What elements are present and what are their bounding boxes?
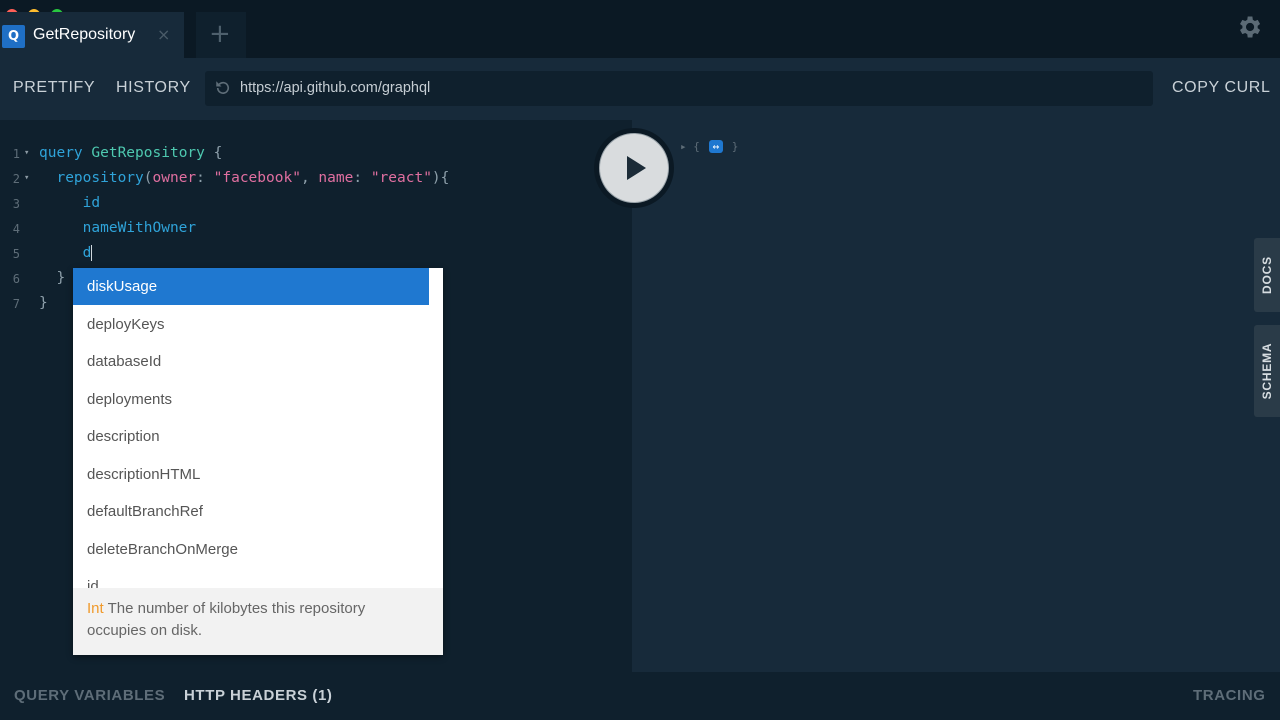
autocomplete-item[interactable]: deployKeys: [73, 306, 429, 343]
toolbar: PRETTIFY HISTORY https://api.github.com/…: [0, 58, 1280, 120]
line-number: 5: [12, 247, 20, 261]
result-close-token: }: [731, 140, 739, 153]
bottom-panel-bar: QUERY VARIABLES HTTP HEADERS (1) TRACING: [0, 672, 1280, 720]
field-token: repository: [56, 170, 144, 186]
brace-token: }: [39, 295, 48, 311]
autocomplete-item-label: deleteBranchOnMerge: [87, 541, 238, 558]
execute-query-button[interactable]: [600, 134, 668, 202]
history-button[interactable]: HISTORY: [116, 79, 191, 97]
reload-icon[interactable]: [214, 79, 232, 97]
graphql-playground-logo-icon: Q: [2, 25, 25, 48]
autocomplete-description: Int The number of kilobytes this reposit…: [73, 588, 443, 655]
docs-tab-label: DOCS: [1260, 256, 1274, 294]
fold-arrow-icon[interactable]: ▾: [24, 173, 29, 183]
brace-token: ){: [431, 170, 450, 186]
close-icon[interactable]: ×: [157, 25, 170, 44]
autocomplete-item[interactable]: id: [73, 568, 429, 588]
plus-icon: +: [209, 19, 231, 49]
tab-getrepository[interactable]: Q GetRepository ×: [0, 12, 184, 58]
autocomplete-item-label: deployKeys: [87, 316, 165, 333]
settings-gear-icon[interactable]: [1235, 13, 1263, 41]
autocomplete-item[interactable]: deleteBranchOnMerge: [73, 531, 429, 568]
code-line: 1 ▾ query GetRepository {: [0, 145, 632, 170]
expand-result-icon[interactable]: ↔: [708, 140, 724, 153]
autocomplete-description-text: Int The number of kilobytes this reposit…: [87, 598, 427, 642]
fold-arrow-icon[interactable]: ▾: [24, 148, 29, 158]
autocomplete-item-label: description: [87, 428, 160, 445]
autocomplete-item-label: deployments: [87, 391, 173, 408]
autocomplete-list: diskUsage deployKeys databaseId deployme…: [73, 268, 443, 588]
autocomplete-item[interactable]: databaseId: [73, 343, 429, 380]
brace-token: }: [56, 270, 66, 286]
field-token: nameWithOwner: [82, 220, 197, 236]
string-token: "facebook": [213, 170, 301, 186]
code-line: 2 ▾ repository(owner: "facebook", name: …: [0, 170, 632, 195]
line-number: 6: [12, 272, 20, 286]
schema-tab-label: SCHEMA: [1260, 342, 1274, 400]
autocomplete-item[interactable]: descriptionHTML: [73, 456, 429, 493]
autocomplete-item-label: id: [87, 578, 99, 588]
string-token: "react": [370, 170, 432, 186]
docs-tab[interactable]: DOCS: [1254, 238, 1280, 312]
query-variables-tab[interactable]: QUERY VARIABLES: [14, 687, 165, 704]
code-line: 3 id: [0, 195, 632, 220]
comma-token: ,: [300, 170, 310, 186]
autocomplete-dropdown: diskUsage deployKeys databaseId deployme…: [73, 268, 443, 655]
copy-curl-button[interactable]: COPY CURL: [1172, 79, 1270, 97]
arg-token: owner: [152, 170, 197, 186]
typing-cursor-token: d: [82, 245, 93, 261]
tab-title: GetRepository: [33, 26, 136, 43]
result-collapsed-stub[interactable]: ▸ { ↔ }: [680, 140, 738, 153]
code-line: 4 nameWithOwner: [0, 220, 632, 245]
colon-token: :: [196, 170, 205, 186]
autocomplete-item[interactable]: defaultBranchRef: [73, 493, 429, 530]
schema-tab[interactable]: SCHEMA: [1254, 325, 1280, 417]
code-line: 5 d: [0, 245, 632, 270]
line-number: 4: [12, 222, 20, 236]
autocomplete-item-label: defaultBranchRef: [87, 503, 203, 520]
line-number: 7: [12, 297, 20, 311]
arg-token: name: [318, 170, 354, 186]
window-titlebar: Q GetRepository × +: [0, 0, 1280, 58]
line-number: 1: [12, 147, 20, 161]
field-type-label: Int: [87, 600, 104, 617]
keyword-token: query: [39, 145, 83, 161]
autocomplete-item-label: databaseId: [87, 353, 162, 370]
play-icon: [627, 156, 646, 180]
operation-name-token: GetRepository: [91, 145, 205, 161]
http-headers-tab[interactable]: HTTP HEADERS (1): [184, 687, 333, 704]
brace-token: {: [213, 145, 223, 161]
autocomplete-item-label: diskUsage: [87, 278, 158, 295]
line-number: 3: [12, 197, 20, 211]
result-pane: [632, 120, 1280, 672]
autocomplete-item[interactable]: description: [73, 418, 429, 455]
autocomplete-item-label: descriptionHTML: [87, 466, 201, 483]
field-description-label: The number of kilobytes this repository …: [87, 600, 366, 639]
field-token: id: [82, 195, 101, 211]
autocomplete-item[interactable]: deployments: [73, 381, 429, 418]
tracing-tab[interactable]: TRACING: [1193, 687, 1266, 704]
line-number: 2: [12, 172, 20, 186]
autocomplete-item[interactable]: diskUsage: [73, 268, 429, 305]
endpoint-url-text: https://api.github.com/graphql: [240, 80, 431, 96]
endpoint-url-input[interactable]: https://api.github.com/graphql: [205, 71, 1153, 106]
paren-token: (: [143, 170, 153, 186]
add-tab-button[interactable]: +: [196, 12, 246, 58]
result-open-token: ▸ {: [680, 140, 700, 153]
colon-token: :: [353, 170, 363, 186]
prettify-button[interactable]: PRETTIFY: [13, 79, 95, 97]
